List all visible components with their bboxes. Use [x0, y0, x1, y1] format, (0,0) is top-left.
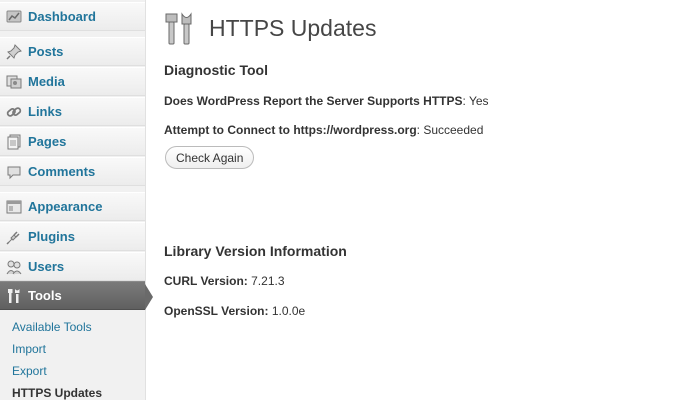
link-icon	[6, 104, 22, 120]
sidebar-item-label: Comments	[28, 164, 96, 179]
curl-version-label: CURL Version:	[164, 274, 248, 288]
connect-test-value: : Succeeded	[416, 123, 484, 137]
sidebar-item-dashboard[interactable]: Dashboard	[0, 2, 145, 31]
dashboard-icon	[6, 9, 22, 25]
pages-icon	[6, 134, 22, 150]
connect-test-label: Attempt to Connect to https://wordpress.…	[164, 123, 417, 137]
page-title: HTTPS Updates	[209, 15, 377, 41]
openssl-version-label: OpenSSL Version:	[164, 304, 269, 318]
sidebar-item-posts[interactable]: Posts	[0, 37, 145, 66]
plugin-icon	[6, 229, 22, 245]
sidebar-item-media[interactable]: Media	[0, 67, 145, 96]
sidebar-item-plugins[interactable]: Plugins	[0, 222, 145, 251]
https-support-value: : Yes	[462, 94, 489, 108]
connect-test-line: Attempt to Connect to https://wordpress.…	[164, 123, 483, 137]
users-icon	[6, 259, 22, 275]
https-support-label: Does WordPress Report the Server Support…	[164, 94, 463, 108]
sidebar-item-tools[interactable]: Tools	[0, 281, 153, 310]
tools-icon	[6, 288, 22, 304]
tools-icon	[164, 12, 196, 46]
openssl-version-value: 1.0.0e	[268, 304, 306, 318]
comment-icon	[6, 164, 22, 180]
sidebar-item-users[interactable]: Users	[0, 252, 145, 281]
diagnostic-heading: Diagnostic Tool	[164, 62, 268, 78]
submenu-item-available-tools[interactable]: Available Tools	[12, 320, 92, 334]
submenu-item-https-updates[interactable]: HTTPS Updates	[12, 386, 102, 400]
sidebar-item-label: Media	[28, 74, 65, 89]
curl-version-line: CURL Version: 7.21.3	[164, 274, 285, 288]
https-support-line: Does WordPress Report the Server Support…	[164, 94, 489, 108]
sidebar-item-label: Plugins	[28, 229, 75, 244]
submenu-item-export[interactable]: Export	[12, 364, 47, 378]
openssl-version-line: OpenSSL Version: 1.0.0e	[164, 304, 305, 318]
sidebar-item-comments[interactable]: Comments	[0, 157, 145, 186]
appearance-icon	[6, 199, 22, 215]
sidebar-item-label: Links	[28, 104, 62, 119]
sidebar-item-pages[interactable]: Pages	[0, 127, 145, 156]
sidebar-item-label: Users	[28, 259, 65, 274]
admin-sidebar: Dashboard Posts Media Links Pages Commen…	[0, 0, 153, 400]
curl-version-value: 7.21.3	[247, 274, 285, 288]
main-content: HTTPS Updates Diagnostic Tool Does WordP…	[146, 0, 680, 400]
submenu-item-import[interactable]: Import	[12, 342, 46, 356]
media-icon	[6, 74, 22, 90]
sidebar-item-label: Pages	[28, 134, 67, 149]
sidebar-item-label: Dashboard	[28, 9, 96, 24]
library-heading: Library Version Information	[164, 243, 347, 259]
sidebar-item-links[interactable]: Links	[0, 97, 145, 126]
check-again-button[interactable]: Check Again	[165, 146, 255, 169]
sidebar-item-appearance[interactable]: Appearance	[0, 192, 145, 221]
sidebar-item-label: Posts	[28, 44, 64, 59]
pushpin-icon	[6, 44, 22, 60]
sidebar-item-label: Appearance	[28, 199, 103, 214]
sidebar-item-label: Tools	[28, 288, 62, 303]
